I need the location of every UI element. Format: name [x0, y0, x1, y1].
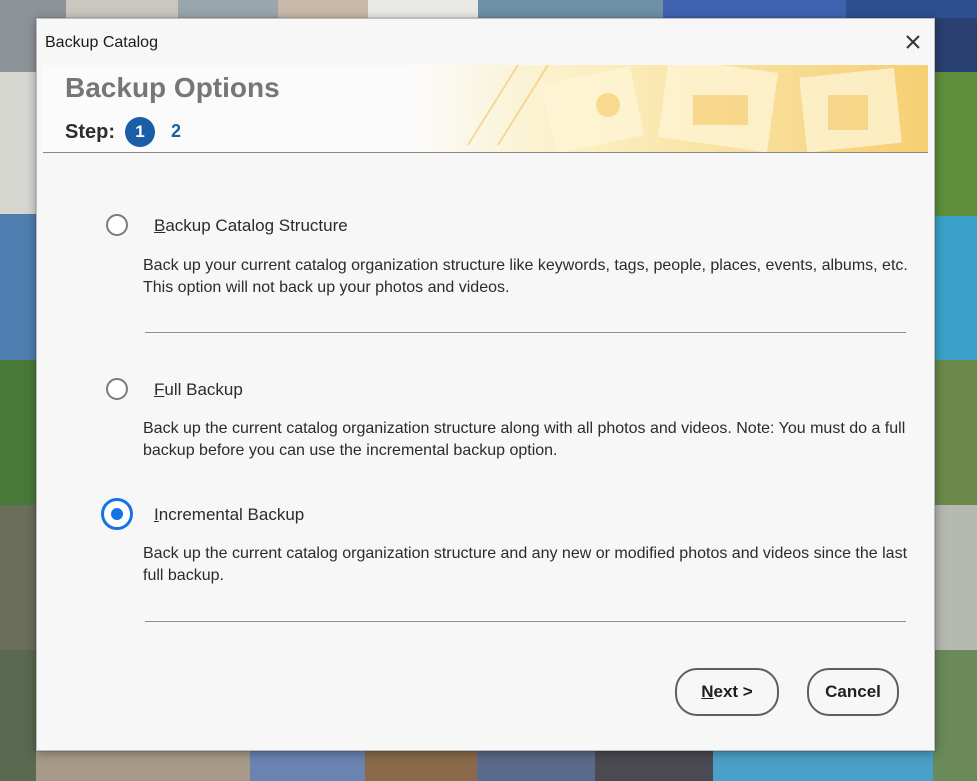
close-icon [906, 35, 920, 49]
accelerator-key: B [154, 216, 166, 235]
step-2-indicator: 2 [171, 121, 182, 141]
full-backup-label[interactable]: Full Backup [154, 380, 243, 400]
full-backup-description: Back up the current catalog organization… [143, 420, 906, 459]
divider [145, 332, 906, 333]
incremental-backup-radio[interactable] [101, 498, 133, 530]
backup-catalog-structure-radio[interactable] [106, 214, 128, 236]
cancel-button[interactable]: Cancel [807, 668, 899, 716]
backup-catalog-structure-label[interactable]: Backup Catalog Structure [154, 216, 348, 236]
title-bar[interactable]: Backup Catalog [37, 19, 934, 65]
step-label: Step: [65, 121, 115, 143]
full-backup-radio[interactable] [106, 378, 128, 400]
header-banner-art [408, 65, 928, 152]
wizard-header: Backup Options Step: 1 2 [43, 65, 928, 153]
backup-catalog-dialog: Backup Catalog Backup Options Step: 1 2 … [36, 18, 935, 751]
step-1-badge: 1 [125, 117, 155, 147]
incremental-backup-label[interactable]: Incremental Backup [154, 505, 304, 525]
backup-catalog-structure-description: Back up your current catalog organizatio… [143, 257, 908, 296]
divider [145, 621, 906, 622]
incremental-backup-description: Back up the current catalog organization… [143, 545, 908, 584]
next-button[interactable]: Next > [675, 668, 779, 716]
window-title: Backup Catalog [45, 34, 158, 51]
page-title: Backup Options [65, 72, 280, 103]
close-button[interactable] [898, 27, 928, 57]
accelerator-key: F [154, 380, 165, 399]
